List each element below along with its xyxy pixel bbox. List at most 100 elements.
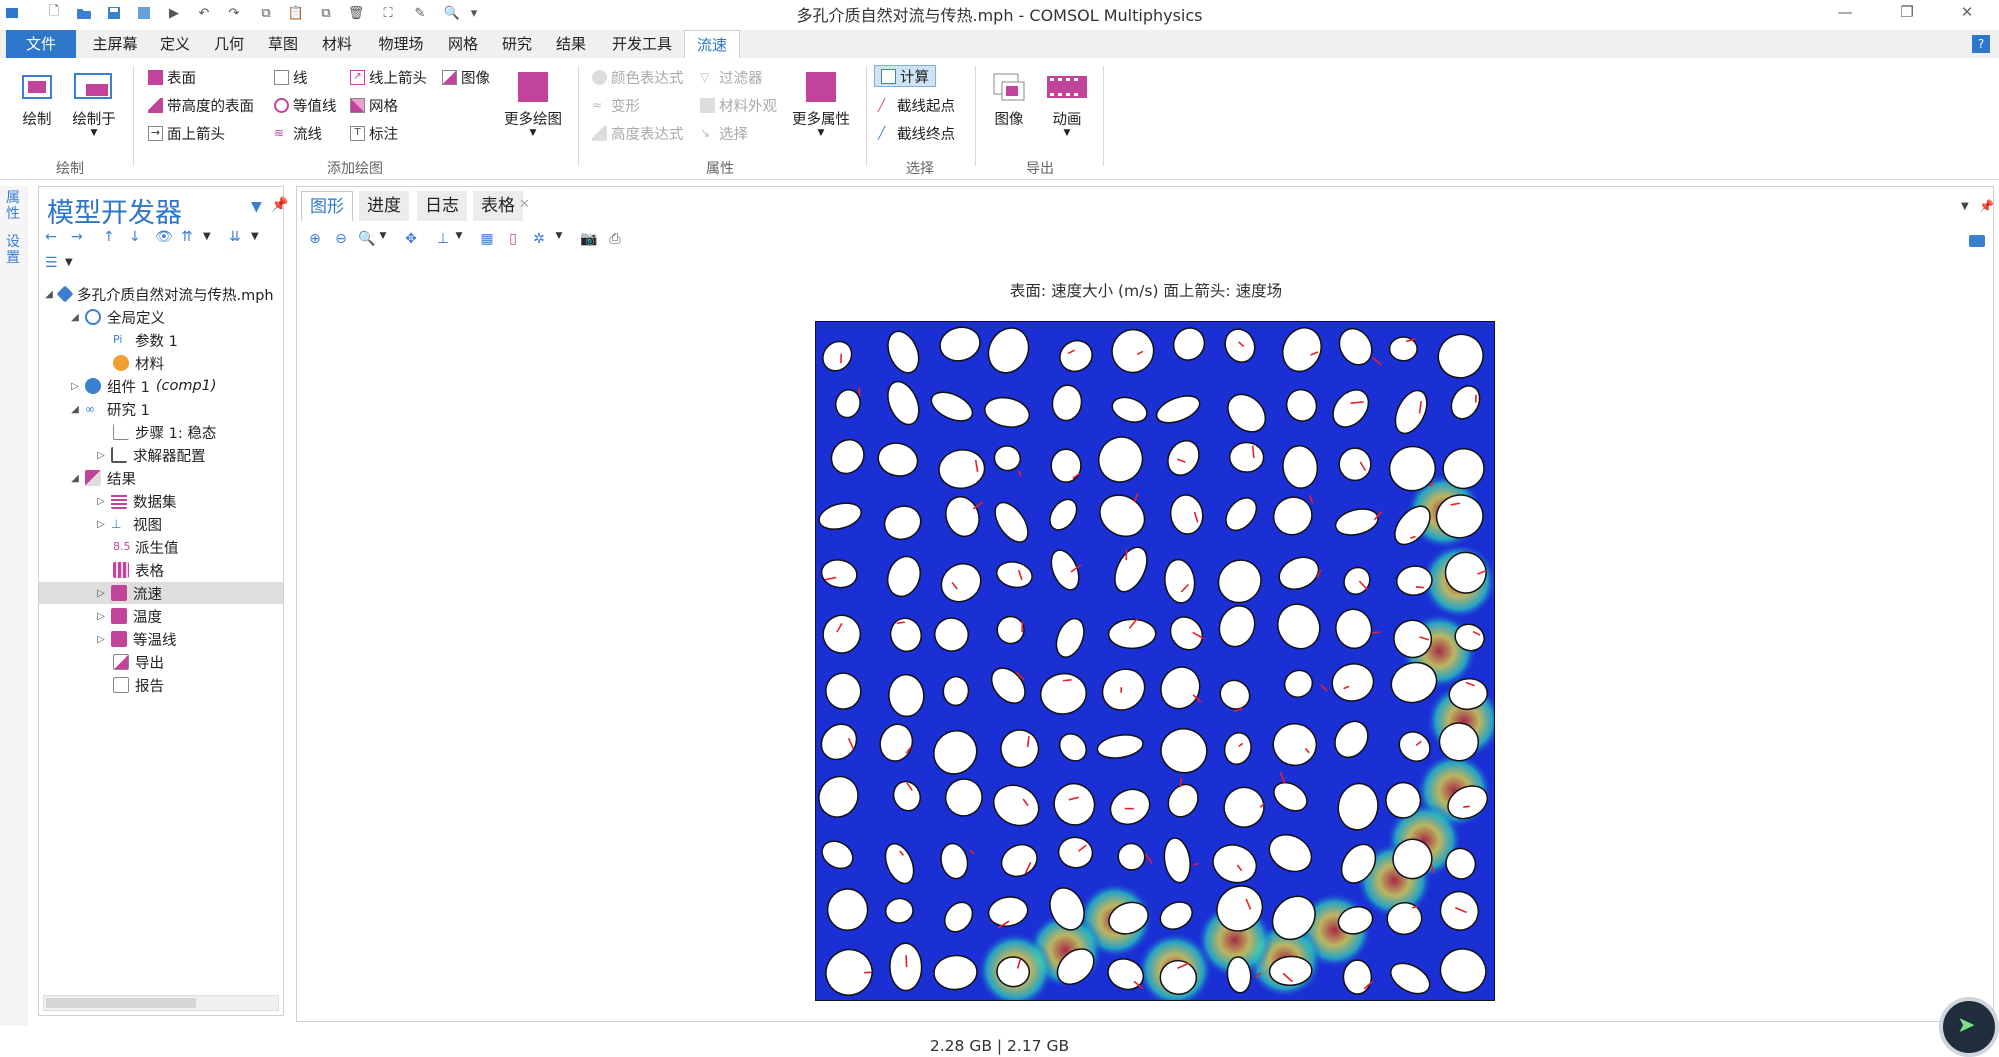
chevron-down-icon[interactable]: ▾ (464, 3, 484, 23)
tab-velocity[interactable]: 流速 (684, 30, 740, 58)
cut-line-start-button[interactable]: ╱ 截线起点 (878, 94, 955, 116)
forward-arrow-icon[interactable]: → (71, 229, 83, 245)
tab-graphics[interactable]: 图形 (301, 191, 353, 221)
color-expression-button[interactable]: 颜色表达式 (592, 66, 684, 88)
feedback-badge-icon[interactable]: ➤ (1939, 997, 1999, 1057)
chevron-down-icon[interactable]: ▼ (251, 199, 262, 215)
tree-node-component[interactable]: ▷ 组件 1 (comp1) (39, 375, 283, 397)
more-attributes-button[interactable]: 更多属性 ▼ (792, 70, 850, 138)
selection-button[interactable]: ↘ 选择 (700, 122, 748, 144)
plot-settings-icon[interactable] (1969, 235, 1985, 247)
camera-icon[interactable]: 📷 (579, 231, 599, 251)
line-button[interactable]: 线 (274, 66, 308, 88)
chevron-down-icon[interactable]: ▼ (251, 231, 259, 242)
horizontal-scrollbar[interactable] (43, 995, 279, 1011)
show-icon[interactable]: 👁 (155, 229, 173, 245)
arrow-surface-button[interactable]: → 面上箭头 (148, 122, 225, 144)
compute-button[interactable]: 计算 (874, 65, 936, 87)
tab-file[interactable]: 文件 (6, 30, 76, 58)
surface-button[interactable]: 表面 (148, 66, 196, 88)
tab-table[interactable]: 表格 (473, 191, 523, 221)
cut-line-end-button[interactable]: ╱ 截线终点 (878, 122, 955, 144)
move-down-icon[interactable]: ↓ (129, 229, 141, 245)
grid-icon[interactable]: ▦ (477, 231, 497, 251)
tree-node-step[interactable]: 步骤 1: 稳态 (39, 421, 283, 443)
pin-icon[interactable]: 📌 (271, 197, 288, 213)
arrow-line-button[interactable]: ↗ 线上箭头 (350, 66, 427, 88)
deformation-button[interactable]: ≈ 变形 (592, 94, 640, 116)
export-image-button[interactable]: 图像 (992, 70, 1026, 129)
legend-icon[interactable]: ▯ (503, 231, 523, 251)
print-icon[interactable]: ⎙ (605, 231, 625, 251)
streamline-button[interactable]: ≋ 流线 (274, 122, 322, 144)
mesh-button[interactable]: 网格 (350, 94, 398, 116)
restore-button[interactable]: ❐ (1884, 0, 1930, 24)
tree-node-root[interactable]: ◢ 多孔介质自然对流与传热.mph (39, 283, 283, 305)
tab-progress[interactable]: 进度 (359, 191, 409, 221)
velocity-surface-plot[interactable] (815, 321, 1495, 1001)
tab-developer[interactable]: 开发工具 (604, 30, 680, 58)
expand-all-icon[interactable]: ⇈ (181, 229, 193, 245)
redo-icon[interactable]: ↷ (224, 3, 244, 23)
tab-materials[interactable]: 材料 (314, 30, 360, 58)
tree-node-study[interactable]: ◢ ∞ 研究 1 (39, 398, 283, 420)
zoom-out-icon[interactable]: ⊖ (331, 231, 351, 251)
save-as-icon[interactable] (134, 3, 154, 23)
more-plots-button[interactable]: 更多绘图 ▼ (504, 70, 562, 138)
tree-node-parameters[interactable]: Pi 参数 1 (39, 329, 283, 351)
scene-light-icon[interactable]: ✲ (529, 231, 549, 251)
properties-tab[interactable]: 属性 (6, 190, 22, 222)
list-view-icon[interactable]: ☰ (45, 255, 58, 271)
select-icon[interactable]: ⛶ (378, 3, 398, 23)
height-expression-button[interactable]: 高度表达式 (592, 122, 684, 144)
close-button[interactable]: ✕ (1944, 0, 1990, 24)
filter-button[interactable]: ▽ 过滤器 (700, 66, 763, 88)
tab-results[interactable]: 结果 (548, 30, 594, 58)
minimize-button[interactable]: — (1822, 0, 1868, 24)
chevron-down-icon[interactable]: ▼ (373, 231, 393, 251)
tree-node-derived-values[interactable]: 8.5 派生值 (39, 536, 283, 558)
tab-definitions[interactable]: 定义 (152, 30, 198, 58)
help-button[interactable]: ? (1972, 35, 1990, 53)
tab-physics[interactable]: 物理场 (372, 30, 430, 58)
copy-icon[interactable]: ⧉ (256, 3, 276, 23)
tab-home[interactable]: 主屏幕 (84, 30, 146, 58)
tab-sketch[interactable]: 草图 (260, 30, 306, 58)
chevron-down-icon[interactable]: ▼ (203, 231, 211, 242)
chevron-down-icon[interactable]: ▼ (1961, 201, 1969, 212)
save-icon[interactable] (104, 3, 124, 23)
undo-icon[interactable]: ↶ (194, 3, 214, 23)
chevron-down-icon[interactable]: ▼ (449, 231, 469, 251)
tree-node-solver[interactable]: ▷ 求解器配置 (39, 444, 283, 466)
new-file-icon[interactable]: 🗋 (44, 3, 64, 23)
duplicate-icon[interactable]: ⧉ (316, 3, 336, 23)
height-surface-button[interactable]: 带高度的表面 (148, 94, 254, 116)
tree-node-global-definitions[interactable]: ◢ 全局定义 (39, 306, 283, 328)
open-folder-icon[interactable] (74, 3, 94, 23)
contour-button[interactable]: 等值线 (274, 94, 337, 116)
zoom-in-icon[interactable]: ⊕ (305, 231, 325, 251)
settings-tab[interactable]: 设置 (6, 234, 22, 266)
paste-icon[interactable]: 📋 (286, 3, 306, 23)
find-icon[interactable]: 🔍 (442, 3, 462, 23)
tree-node-temperature[interactable]: ▷ 温度 (39, 605, 283, 627)
collapse-all-icon[interactable]: ⇊ (229, 229, 241, 245)
run-icon[interactable]: ▶ (164, 3, 184, 23)
back-arrow-icon[interactable]: ← (45, 229, 57, 245)
tree-node-views[interactable]: ▷ ⊥ 视图 (39, 513, 283, 535)
zoom-extents-icon[interactable]: ✥ (401, 231, 421, 251)
tab-geometry[interactable]: 几何 (206, 30, 252, 58)
tree-node-export[interactable]: 导出 (39, 651, 283, 673)
scroll-thumb[interactable] (46, 998, 196, 1008)
annotation-button[interactable]: T 标注 (350, 122, 398, 144)
move-up-icon[interactable]: ↑ (103, 229, 115, 245)
tree-node-velocity[interactable]: ▷ 流速 (39, 582, 283, 604)
tree-node-results[interactable]: ◢ 结果 (39, 467, 283, 489)
pin-icon[interactable]: 📌 (1979, 199, 1994, 213)
material-appearance-button[interactable]: 材料外观 (700, 94, 777, 116)
tree-node-materials[interactable]: 材料 (39, 352, 283, 374)
image-button[interactable]: 图像 (442, 66, 490, 88)
close-tab-icon[interactable]: ✕ (519, 197, 530, 212)
tree-node-tables[interactable]: 表格 (39, 559, 283, 581)
clear-icon[interactable]: ✎ (410, 3, 430, 23)
